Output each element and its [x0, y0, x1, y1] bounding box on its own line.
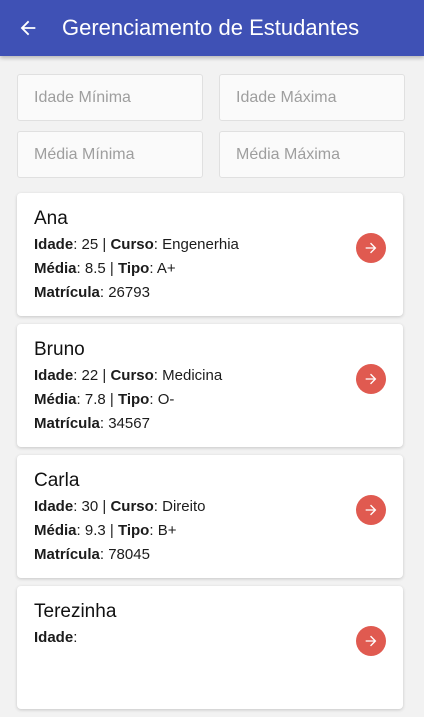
- open-student-button[interactable]: [356, 626, 386, 656]
- tipo-value: O-: [157, 391, 175, 408]
- idade-value: 30: [81, 498, 99, 515]
- colon: :: [73, 498, 78, 515]
- student-media-tipo: Média: 8.5 | Tipo: A+: [34, 257, 386, 281]
- separator: |: [105, 522, 118, 539]
- colon: :: [73, 629, 78, 646]
- media-value: 8.5: [84, 260, 106, 277]
- filter-panel: [17, 74, 405, 178]
- idade-value: 25: [81, 236, 99, 253]
- student-card[interactable]: Carla Idade: 30 | Curso: Direito Média: …: [17, 455, 403, 578]
- colon: :: [99, 546, 105, 563]
- separator: |: [98, 498, 111, 515]
- curso-label: Curso: [110, 236, 154, 253]
- tipo-value: A+: [156, 260, 176, 277]
- student-card[interactable]: Ana Idade: 25 | Curso: Engenerhia Média:…: [17, 193, 403, 316]
- separator: |: [105, 391, 118, 408]
- colon: :: [99, 284, 105, 301]
- media-maxima-input[interactable]: [219, 131, 405, 178]
- student-name: Terezinha: [34, 601, 117, 622]
- arrow-right-icon: [365, 373, 377, 385]
- colon: :: [149, 391, 154, 408]
- idade-label: Idade: [34, 498, 74, 515]
- idade-label: Idade: [34, 629, 74, 646]
- student-name: Ana: [34, 208, 68, 229]
- matricula-label: Matrícula: [34, 546, 100, 563]
- colon: :: [73, 367, 78, 384]
- curso-label: Curso: [110, 498, 154, 515]
- student-card[interactable]: Terezinha Idade:: [17, 586, 403, 709]
- media-minima-input[interactable]: [17, 131, 203, 178]
- arrow-right-icon: [365, 504, 377, 516]
- media-label: Média: [34, 391, 77, 408]
- media-label: Média: [34, 522, 77, 539]
- curso-value: Medicina: [162, 367, 223, 384]
- student-matricula: Matrícula: 34567: [34, 412, 386, 436]
- arrow-right-icon: [365, 635, 377, 647]
- separator: |: [98, 367, 111, 384]
- app-bar: Gerenciamento de Estudantes: [0, 0, 424, 56]
- colon: :: [76, 522, 81, 539]
- matricula-label: Matrícula: [34, 415, 100, 432]
- media-value: 9.3: [84, 522, 106, 539]
- matricula-label: Matrícula: [34, 284, 100, 301]
- student-media-tipo: Média: 7.8 | Tipo: O-: [34, 388, 386, 412]
- idade-label: Idade: [34, 236, 74, 253]
- idade-maxima-input[interactable]: [219, 74, 405, 121]
- student-idade-curso: Idade: 22 | Curso: Medicina: [34, 364, 386, 388]
- colon: :: [99, 415, 105, 432]
- open-student-button[interactable]: [356, 233, 386, 263]
- matricula-value: 26793: [108, 284, 150, 301]
- separator: |: [105, 260, 118, 277]
- colon: :: [153, 236, 158, 253]
- open-student-button[interactable]: [356, 364, 386, 394]
- page-title: Gerenciamento de Estudantes: [62, 15, 360, 40]
- colon: :: [73, 236, 78, 253]
- student-matricula: Matrícula: 78045: [34, 543, 386, 567]
- student-media-tipo: Média: 9.3 | Tipo: B+: [34, 519, 386, 543]
- curso-label: Curso: [110, 367, 154, 384]
- student-card[interactable]: Bruno Idade: 22 | Curso: Medicina Média:…: [17, 324, 403, 447]
- student-idade-curso: Idade:: [34, 626, 386, 650]
- media-label: Média: [34, 260, 77, 277]
- colon: :: [149, 260, 154, 277]
- colon: :: [76, 260, 81, 277]
- student-idade-curso: Idade: 30 | Curso: Direito: [34, 495, 386, 519]
- student-list: Ana Idade: 25 | Curso: Engenerhia Média:…: [17, 193, 403, 717]
- tipo-label: Tipo: [117, 522, 150, 539]
- tipo-label: Tipo: [117, 391, 150, 408]
- back-button[interactable]: [0, 0, 56, 56]
- tipo-label: Tipo: [117, 260, 150, 277]
- media-value: 7.8: [84, 391, 106, 408]
- arrow-right-icon: [365, 242, 377, 254]
- curso-value: Engenerhia: [162, 236, 239, 253]
- colon: :: [153, 367, 158, 384]
- student-name: Bruno: [34, 339, 85, 360]
- matricula-value: 78045: [108, 546, 150, 563]
- separator: |: [98, 236, 111, 253]
- colon: :: [149, 522, 154, 539]
- colon: :: [153, 498, 158, 515]
- idade-minima-input[interactable]: [17, 74, 203, 121]
- colon: :: [76, 391, 81, 408]
- idade-label: Idade: [34, 367, 74, 384]
- matricula-value: 34567: [108, 415, 150, 432]
- student-matricula: Matrícula: 26793: [34, 281, 386, 305]
- idade-value: 22: [81, 367, 99, 384]
- student-name: Carla: [34, 470, 80, 491]
- arrow-left-icon: [20, 20, 36, 36]
- open-student-button[interactable]: [356, 495, 386, 525]
- tipo-value: B+: [157, 522, 177, 539]
- student-idade-curso: Idade: 25 | Curso: Engenerhia: [34, 233, 386, 257]
- curso-value: Direito: [162, 498, 206, 515]
